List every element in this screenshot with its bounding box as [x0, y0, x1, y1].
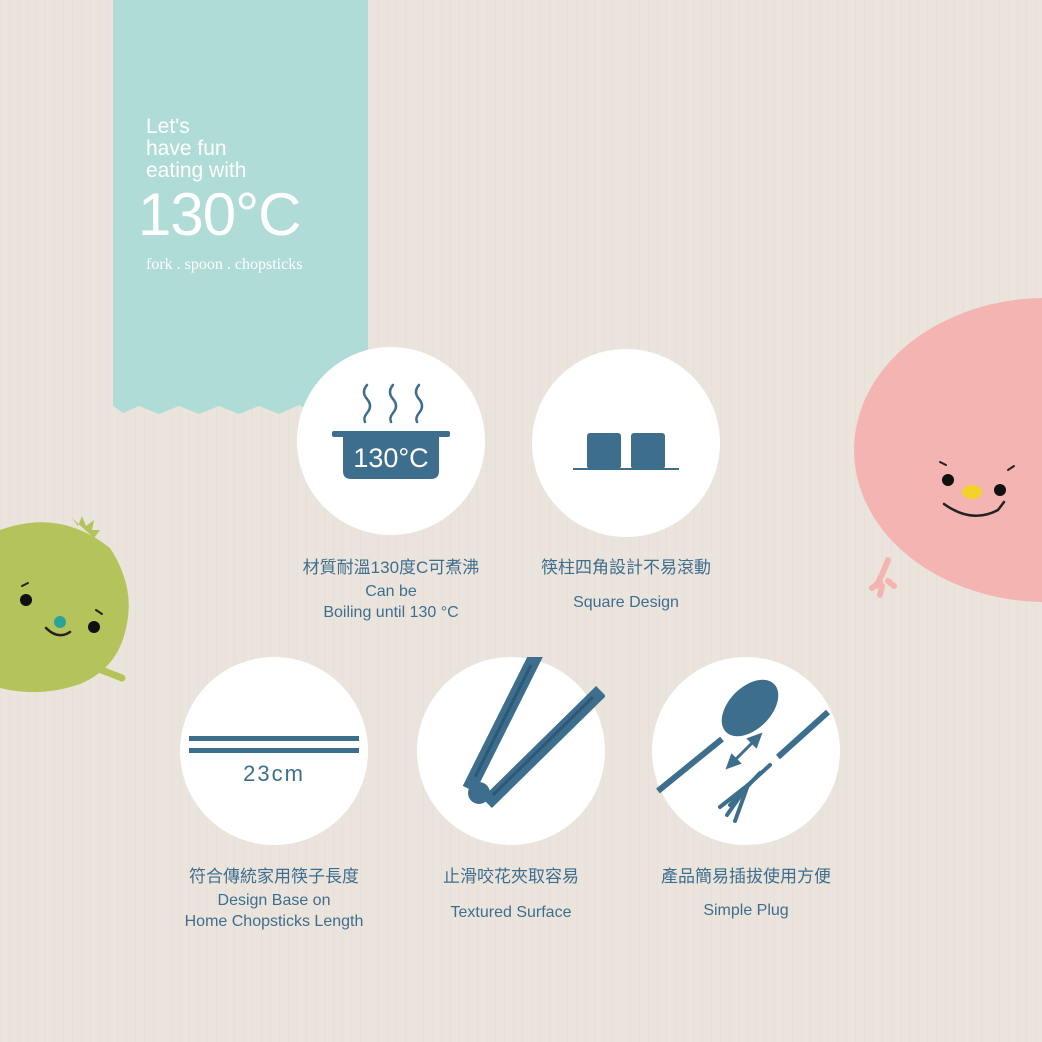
banner-temperature: 130°C	[138, 181, 301, 248]
feature-length-en-line-1: Design Base on	[217, 892, 331, 909]
chopsticks-length-icon: 23cm	[189, 736, 359, 786]
feature-length-en-line-2: Home Chopsticks Length	[184, 913, 364, 930]
feature-square-zh: 筷柱四角設計不易滾動	[541, 558, 711, 577]
feature-boiling-circle: 130°C	[297, 347, 485, 535]
feature-square-en: Square Design	[573, 594, 679, 611]
feature-length-en: Design Base on Home Chopsticks Length	[164, 890, 384, 932]
pot-temperature-label: 130°C	[353, 443, 428, 473]
pink-mascot	[854, 298, 1042, 602]
chopsticks-grip-icon	[462, 657, 605, 808]
tagline-line-1: Let's	[146, 115, 190, 138]
feature-plug-zh: 產品簡易插拔使用方便	[661, 867, 831, 886]
feature-length-circle: 23cm	[180, 657, 368, 845]
tagline-line-3: eating with	[146, 159, 247, 182]
spoon-fork-plug-icon	[656, 679, 831, 823]
feature-grip-en: Textured Surface	[450, 904, 572, 921]
banner-subtitle: fork . spoon . chopsticks	[146, 256, 303, 273]
feature-boiling-en: Can be Boiling until 130 °C	[291, 581, 491, 623]
green-mascot	[0, 516, 129, 693]
feature-plug-en: Simple Plug	[703, 902, 789, 919]
feature-grip-zh: 止滑咬花夾取容易	[443, 867, 579, 886]
feature-boiling-zh: 材質耐溫130度C可煮沸	[302, 558, 480, 577]
feature-plug-circle	[652, 657, 840, 845]
feature-length-zh: 符合傳統家用筷子長度	[189, 867, 359, 886]
length-label: 23cm	[243, 761, 305, 786]
banner-tagline: Let's have fun eating with	[146, 116, 246, 182]
square-design-icon	[573, 433, 679, 470]
feature-boiling-en-line-1: Can be	[365, 583, 417, 600]
feature-square-circle	[532, 349, 720, 537]
boiling-pot-icon: 130°C	[332, 383, 450, 479]
tagline-line-2: have fun	[146, 137, 227, 160]
feature-grip-circle	[417, 657, 605, 845]
feature-boiling-en-line-2: Boiling until 130 °C	[323, 604, 459, 621]
